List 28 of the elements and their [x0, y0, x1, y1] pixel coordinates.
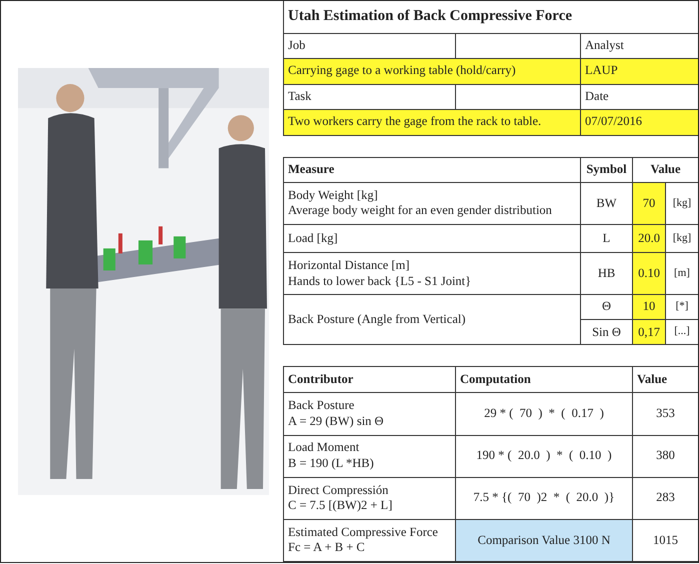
column-header: Contributor — [284, 366, 456, 393]
column-header: Symbol — [580, 157, 632, 182]
computation-cell: 29 * ( 70 ) * ( 0.17 ) — [456, 392, 632, 436]
computation-cell: 7.5 * {( 70 )2 * ( 20.0 )} — [456, 477, 632, 520]
value-cell: 20.0 — [632, 224, 666, 253]
field-value: LAUP — [580, 58, 698, 84]
value-cell: 10 — [632, 294, 666, 320]
measure-cell: Back Posture (Angle from Vertical) — [284, 294, 580, 345]
computation-cell: 190 * ( 20.0 ) * ( 0.10 ) — [456, 435, 632, 478]
contributor-cell: Load Moment B = 190 (L *HB) — [284, 435, 456, 478]
column-header: Computation — [456, 366, 632, 393]
contributor-cell: Back Posture A = 29 (BW) sin Θ — [284, 392, 456, 436]
measure-cell: Horizontal Distance [m] Hands to lower back {L5 - S1 Joint} — [284, 252, 580, 295]
field-value: 07/07/2016 — [580, 109, 698, 136]
measure-cell: Load [kg] — [284, 224, 580, 253]
measure-cell: Body Weight [kg] Average body weight for an even gender distribution — [284, 182, 580, 225]
value-cell: 0.10 — [632, 252, 666, 295]
field-label: Task — [284, 84, 456, 110]
column-header: Measure — [284, 157, 580, 182]
contributor-cell: Direct Compressión C = 7.5 [(BW)2 + L] — [284, 477, 456, 520]
value-cell: 0,17 — [632, 320, 666, 345]
field-value: Carrying gage to a working table (hold/carry) — [284, 58, 580, 84]
field-value: Two workers carry the gage from the rack to table. — [284, 109, 580, 136]
computation-cell: Comparison Value 3100 N — [456, 519, 632, 562]
contributor-cell: Estimated Compressive Force Fc = A + B + C — [284, 519, 456, 562]
sheet-title: Utah Estimation of Back Compressive Force — [284, 1, 698, 34]
value-cell: 70 — [632, 182, 666, 225]
field-label: Job — [284, 33, 456, 58]
